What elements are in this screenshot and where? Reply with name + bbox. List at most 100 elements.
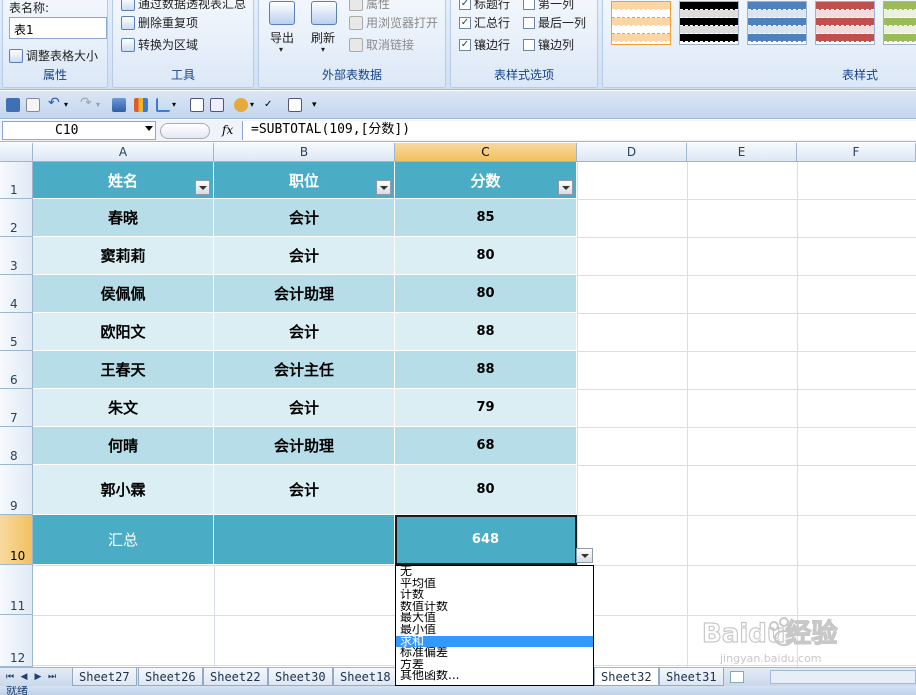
first-sheet-icon[interactable]: ⏮ [4, 671, 16, 683]
form-icon[interactable] [190, 98, 204, 112]
table-style-swatch-1[interactable] [611, 1, 671, 45]
chart-icon[interactable] [134, 98, 148, 112]
table-cell[interactable]: 郭小霖 [33, 465, 214, 515]
sheet-tab[interactable]: Sheet31 [659, 668, 724, 686]
total-row-checkbox[interactable]: ✓ 汇总行 [459, 14, 510, 31]
undo-icon[interactable]: ↶ [48, 96, 62, 111]
table-cell[interactable]: 窦莉莉 [33, 237, 214, 275]
print-preview-icon[interactable] [288, 98, 302, 112]
total-row-label[interactable]: 汇总 [33, 515, 214, 565]
table-cell[interactable]: 会计 [214, 465, 395, 515]
remove-duplicates-button[interactable]: 删除重复项 [121, 14, 198, 31]
select-all-corner[interactable] [0, 143, 33, 162]
refresh-dropdown-icon[interactable]: ▾ [321, 45, 325, 54]
table-cell[interactable]: 会计 [214, 237, 395, 275]
banded-rows-checkbox[interactable]: ✓ 镶边行 [459, 36, 510, 53]
row-header-4[interactable]: 4 [0, 275, 33, 313]
formula-bar-expand-icon[interactable] [160, 123, 210, 139]
column-header-e[interactable]: E [687, 143, 797, 162]
table-cell[interactable]: 会计助理 [214, 427, 395, 465]
table-style-swatch-5[interactable] [883, 1, 916, 45]
insert-sheet-icon[interactable] [730, 671, 744, 683]
function-option-count[interactable]: 计数 [396, 589, 593, 601]
export-button[interactable]: 导出 [270, 29, 294, 46]
horizontal-scrollbar[interactable] [770, 670, 916, 684]
summarize-pivot-button[interactable]: 通过数据透视表汇总 [121, 0, 246, 12]
line-chart-icon[interactable] [156, 98, 170, 112]
row-header-2[interactable]: 2 [0, 199, 33, 237]
formula-input[interactable]: =SUBTOTAL(109,[分数]) [242, 121, 916, 140]
function-option-sum[interactable]: 求和 [396, 635, 593, 648]
insert-function-button[interactable]: fx [222, 123, 233, 137]
redo-dropdown-icon[interactable]: ▾ [96, 98, 110, 112]
column-header-a[interactable]: A [33, 143, 214, 162]
table-style-swatch-4[interactable] [815, 1, 875, 45]
filter-dropdown-icon[interactable] [376, 180, 391, 195]
tools-icon[interactable] [234, 98, 248, 112]
function-option-average[interactable]: 平均值 [396, 578, 593, 590]
format-painter-icon[interactable] [112, 98, 126, 112]
table-cell[interactable]: 68 [395, 427, 577, 465]
column-header-d[interactable]: D [577, 143, 687, 162]
row-header-8[interactable]: 8 [0, 427, 33, 465]
sheet-tab[interactable]: Sheet26 [138, 668, 203, 686]
table-cell[interactable]: 79 [395, 389, 577, 427]
column-header-f[interactable]: F [797, 143, 916, 162]
new-file-icon[interactable] [26, 98, 40, 112]
next-sheet-icon[interactable]: ▶ [32, 671, 44, 683]
row-header-11[interactable]: 11 [0, 565, 33, 615]
table-header-position[interactable]: 职位 [214, 162, 395, 199]
total-function-dropdown-icon[interactable] [576, 548, 593, 563]
first-column-checkbox[interactable]: 第一列 [523, 0, 574, 12]
table-style-swatch-2[interactable] [679, 1, 739, 45]
undo-dropdown-icon[interactable]: ▾ [64, 98, 78, 112]
table-cell[interactable]: 春晓 [33, 199, 214, 237]
table-style-swatch-3[interactable] [747, 1, 807, 45]
header-row-checkbox[interactable]: ✓ 标题行 [459, 0, 510, 12]
unlink-button[interactable]: 取消链接 [349, 36, 414, 53]
total-row-empty-cell[interactable] [214, 515, 395, 565]
function-option-min[interactable]: 最小值 [396, 624, 593, 636]
table-cell[interactable]: 欧阳文 [33, 313, 214, 351]
name-box[interactable]: C10 [2, 121, 156, 140]
resize-table-button[interactable]: 调整表格大小 [9, 47, 98, 64]
table-header-name[interactable]: 姓名 [33, 162, 214, 199]
table-cell[interactable]: 何晴 [33, 427, 214, 465]
table-header-score[interactable]: 分数 [395, 162, 577, 199]
table-cell[interactable]: 会计 [214, 389, 395, 427]
table-cell[interactable]: 侯佩佩 [33, 275, 214, 313]
table-cell[interactable]: 会计助理 [214, 275, 395, 313]
row-header-10[interactable]: 10 [0, 515, 33, 565]
table-cell[interactable]: 会计 [214, 313, 395, 351]
customize-qat-icon[interactable]: ▾ [312, 98, 326, 112]
function-option-variance[interactable]: 方差 [396, 659, 593, 671]
function-option-count-numbers[interactable]: 数值计数 [396, 601, 593, 613]
chart-dropdown-icon[interactable]: ▾ [172, 98, 186, 112]
sheet-tab[interactable]: Sheet18 [333, 668, 398, 686]
filter-dropdown-icon[interactable] [558, 180, 573, 195]
function-option-none[interactable]: 无 [396, 566, 593, 578]
list-icon[interactable] [210, 98, 224, 112]
name-box-dropdown-icon[interactable] [145, 126, 153, 131]
total-row-value-cell[interactable]: 648 [395, 515, 577, 565]
row-header-7[interactable]: 7 [0, 389, 33, 427]
table-cell[interactable]: 王春天 [33, 351, 214, 389]
sheet-tab[interactable]: Sheet22 [203, 668, 268, 686]
convert-to-range-button[interactable]: 转换为区域 [121, 36, 198, 53]
row-header-12[interactable]: 12 [0, 615, 33, 667]
sheet-tab[interactable]: Sheet30 [268, 668, 333, 686]
row-header-3[interactable]: 3 [0, 237, 33, 275]
save-icon[interactable] [6, 98, 20, 112]
tools-dropdown-icon[interactable]: ▾ [250, 98, 264, 112]
table-cell[interactable]: 会计主任 [214, 351, 395, 389]
function-option-max[interactable]: 最大值 [396, 612, 593, 624]
row-header-6[interactable]: 6 [0, 351, 33, 389]
table-cell[interactable]: 会计 [214, 199, 395, 237]
spelling-icon[interactable]: ✓ [264, 98, 278, 112]
row-header-9[interactable]: 9 [0, 465, 33, 515]
row-header-5[interactable]: 5 [0, 313, 33, 351]
sheet-tab-active[interactable]: Sheet32 [594, 668, 659, 686]
column-header-b[interactable]: B [214, 143, 395, 162]
sheet-tab[interactable]: Sheet27 [72, 668, 137, 686]
table-cell[interactable]: 80 [395, 237, 577, 275]
